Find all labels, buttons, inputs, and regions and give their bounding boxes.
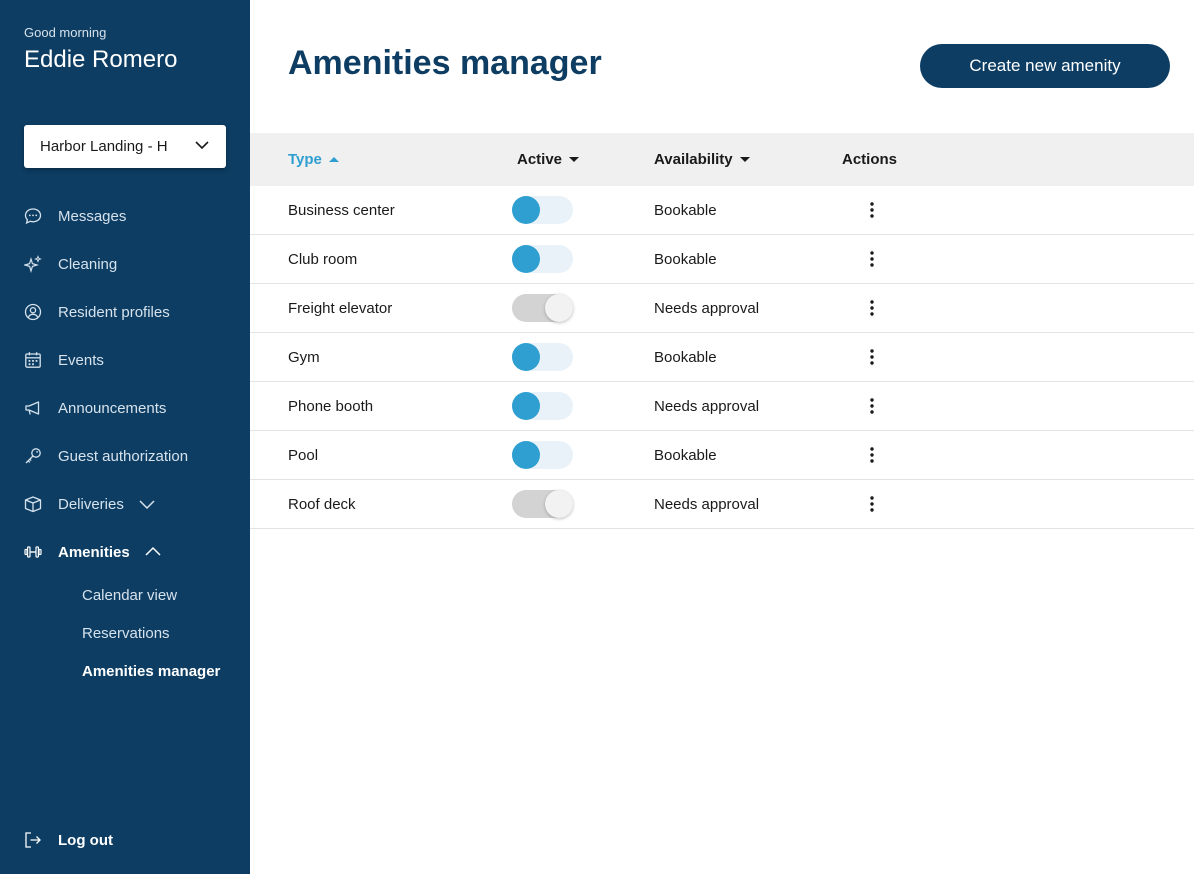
- active-toggle[interactable]: [512, 392, 573, 420]
- toggle-knob: [545, 294, 573, 322]
- amenity-type: Roof deck: [288, 495, 356, 513]
- greeting-text: Good morning: [24, 25, 107, 40]
- sidebar-item-guest-authorization[interactable]: Guest authorization: [24, 444, 188, 468]
- sidebar-subitem-reservations[interactable]: Reservations: [82, 625, 170, 642]
- sidebar-item-amenities[interactable]: Amenities: [24, 540, 162, 564]
- sidebar-item-label: Announcements: [58, 399, 167, 417]
- sidebar: Good morning Eddie Romero Harbor Landing…: [0, 0, 250, 874]
- sidebar-item-label: Guest authorization: [58, 447, 189, 465]
- chevron-down-icon: [194, 137, 210, 157]
- table-row: Phone booth Needs approval: [250, 382, 1194, 431]
- sidebar-item-label: Events: [58, 351, 104, 369]
- sidebar-item-resident-profiles[interactable]: Resident profiles: [24, 300, 170, 324]
- column-header-actions: Actions: [842, 151, 898, 168]
- dumbbell-icon: [24, 543, 42, 561]
- sidebar-item-label: Amenities: [58, 543, 130, 561]
- column-header-active[interactable]: Active: [517, 133, 580, 186]
- sidebar-item-deliveries[interactable]: Deliveries: [24, 492, 156, 516]
- toggle-knob: [512, 392, 540, 420]
- table-row: Club room Bookable: [250, 235, 1194, 284]
- availability-value: Bookable: [654, 446, 717, 464]
- amenity-type: Club room: [288, 250, 358, 268]
- user-circle-icon: [24, 303, 42, 321]
- sidebar-item-announcements[interactable]: Announcements: [24, 396, 166, 420]
- more-actions-icon[interactable]: [862, 196, 882, 224]
- active-toggle[interactable]: [512, 343, 573, 371]
- create-new-amenity-button[interactable]: Create new amenity: [920, 44, 1170, 88]
- active-toggle[interactable]: [512, 196, 573, 224]
- table-header: Type Active Availability Actions: [250, 133, 1194, 186]
- key-icon: [24, 447, 42, 465]
- sidebar-item-messages[interactable]: Messages: [24, 204, 126, 228]
- toggle-knob: [512, 441, 540, 469]
- user-name: Eddie Romero: [24, 46, 178, 73]
- availability-value: Needs approval: [654, 397, 760, 415]
- logout-label: Log out: [58, 831, 113, 849]
- sidebar-item-label: Cleaning: [58, 255, 118, 273]
- page-title: Amenities manager: [288, 44, 602, 82]
- box-icon: [24, 495, 42, 513]
- active-toggle[interactable]: [512, 441, 573, 469]
- more-actions-icon[interactable]: [862, 245, 882, 273]
- more-actions-icon[interactable]: [862, 294, 882, 322]
- sidebar-subitem-amenities-manager[interactable]: Amenities manager: [82, 663, 220, 680]
- sidebar-item-events[interactable]: Events: [24, 348, 104, 372]
- table-row: Gym Bookable: [250, 333, 1194, 382]
- column-header-type[interactable]: Type: [288, 133, 339, 186]
- caret-down-icon: [569, 157, 580, 162]
- table-row: Pool Bookable: [250, 431, 1194, 480]
- sidebar-item-label: Deliveries: [58, 495, 124, 513]
- property-select[interactable]: Harbor Landing - H: [24, 125, 226, 168]
- table-row: Business center Bookable: [250, 186, 1194, 235]
- sidebar-item-label: Resident profiles: [58, 303, 170, 321]
- sidebar-item-cleaning[interactable]: Cleaning: [24, 252, 117, 276]
- availability-value: Bookable: [654, 201, 717, 219]
- sidebar-subitem-calendar-view[interactable]: Calendar view: [82, 587, 177, 604]
- availability-value: Bookable: [654, 250, 717, 268]
- toggle-knob: [512, 245, 540, 273]
- active-toggle[interactable]: [512, 294, 573, 322]
- toggle-knob: [512, 343, 540, 371]
- chevron-up-icon: [144, 543, 162, 561]
- availability-value: Needs approval: [654, 299, 760, 317]
- active-toggle[interactable]: [512, 490, 573, 518]
- availability-value: Needs approval: [654, 495, 760, 513]
- more-actions-icon[interactable]: [862, 490, 882, 518]
- amenity-type: Gym: [288, 348, 320, 366]
- amenity-type: Business center: [288, 201, 395, 219]
- logout-icon: [24, 831, 42, 849]
- message-icon: [24, 207, 42, 225]
- sparkle-icon: [24, 255, 42, 273]
- availability-value: Bookable: [654, 348, 717, 366]
- toggle-knob: [545, 490, 573, 518]
- chevron-down-icon: [138, 495, 156, 513]
- more-actions-icon[interactable]: [862, 343, 882, 371]
- logout-button[interactable]: Log out: [24, 828, 113, 852]
- table-row: Freight elevator Needs approval: [250, 284, 1194, 333]
- active-toggle[interactable]: [512, 245, 573, 273]
- calendar-icon: [24, 351, 42, 369]
- toggle-knob: [512, 196, 540, 224]
- caret-down-icon: [739, 157, 750, 162]
- sort-ascending-icon: [328, 157, 339, 162]
- property-select-value: Harbor Landing - H: [40, 138, 168, 155]
- table-row: Roof deck Needs approval: [250, 480, 1194, 529]
- column-header-availability[interactable]: Availability: [654, 133, 750, 186]
- more-actions-icon[interactable]: [862, 392, 882, 420]
- megaphone-icon: [24, 399, 42, 417]
- amenity-type: Freight elevator: [288, 299, 393, 317]
- sidebar-item-label: Messages: [58, 207, 127, 225]
- more-actions-icon[interactable]: [862, 441, 882, 469]
- amenity-type: Phone booth: [288, 397, 374, 415]
- amenity-type: Pool: [288, 446, 319, 464]
